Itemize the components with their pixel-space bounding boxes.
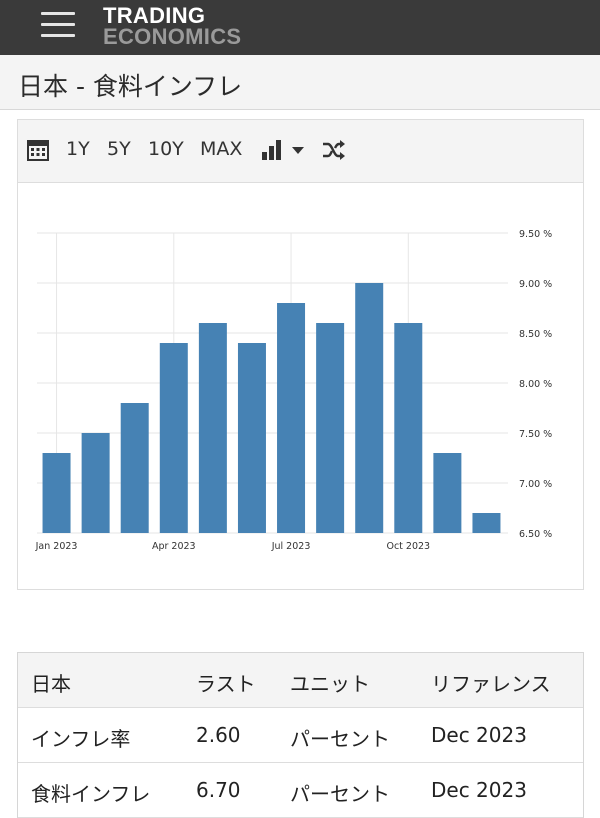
logo-line-1: TRADING bbox=[103, 3, 206, 28]
y-tick-label: 9.50 % bbox=[519, 229, 552, 240]
bar[interactable] bbox=[159, 343, 188, 533]
x-tick-label: Apr 2023 bbox=[152, 541, 196, 552]
row-last-value: 6.70 bbox=[196, 778, 241, 802]
bar[interactable] bbox=[277, 303, 306, 533]
x-tick-label: Oct 2023 bbox=[386, 541, 430, 552]
bar[interactable] bbox=[472, 513, 501, 533]
row-label-link[interactable]: 食料インフレ bbox=[31, 778, 150, 807]
page-title: 日本 - 食料インフレ bbox=[18, 72, 243, 101]
row-unit: パーセント bbox=[290, 782, 390, 806]
table-header-row: 日本 ラスト ユニット リファレンス bbox=[18, 653, 583, 708]
range-1y-button[interactable]: 1Y bbox=[66, 138, 90, 160]
bar-chart-icon[interactable] bbox=[262, 140, 282, 160]
row-reference: Dec 2023 bbox=[431, 778, 527, 802]
row-reference: Dec 2023 bbox=[431, 723, 527, 747]
header-country: 日本 bbox=[31, 672, 71, 696]
bar[interactable] bbox=[316, 323, 345, 533]
logo[interactable]: TRADING ECONOMICS bbox=[103, 3, 242, 49]
table-row[interactable]: 食料インフレ 6.70 パーセント Dec 2023 bbox=[18, 763, 583, 818]
x-tick-label: Jan 2023 bbox=[35, 541, 78, 552]
calendar-icon[interactable] bbox=[27, 139, 49, 161]
bar[interactable] bbox=[355, 283, 384, 533]
range-max-button[interactable]: MAX bbox=[200, 138, 242, 160]
bar[interactable] bbox=[42, 453, 71, 533]
header-reference: リファレンス bbox=[431, 672, 551, 696]
row-last-value: 2.60 bbox=[196, 723, 241, 747]
y-tick-label: 8.50 % bbox=[519, 329, 552, 340]
y-tick-label: 7.50 % bbox=[519, 429, 552, 440]
summary-table: 日本 ラスト ユニット リファレンス インフレ率 2.60 パーセント Dec … bbox=[17, 652, 584, 818]
row-unit: パーセント bbox=[290, 727, 390, 751]
x-tick-label: Jul 2023 bbox=[271, 541, 311, 552]
table-row[interactable]: インフレ率 2.60 パーセント Dec 2023 bbox=[18, 708, 583, 763]
shuffle-icon[interactable] bbox=[322, 139, 346, 161]
logo-line-2: ECONOMICS bbox=[103, 24, 242, 49]
bar[interactable] bbox=[81, 433, 110, 533]
y-tick-label: 6.50 % bbox=[519, 529, 552, 540]
range-5y-button[interactable]: 5Y bbox=[107, 138, 131, 160]
bar[interactable] bbox=[433, 453, 462, 533]
bar-chart: 9.50 % 9.00 % 8.50 % 8.00 % 7.50 % 7.00 % 6.50… bbox=[35, 229, 553, 552]
bar[interactable] bbox=[120, 403, 149, 533]
chart-toolbar: 1Y 5Y 10Y MAX bbox=[18, 120, 583, 183]
top-navigation-bar: TRADING ECONOMICS bbox=[0, 0, 600, 55]
header-unit: ユニット bbox=[290, 672, 370, 696]
title-bar: 日本 - 食料インフレ bbox=[0, 55, 600, 110]
y-tick-label: 8.00 % bbox=[519, 379, 552, 390]
row-label-link[interactable]: インフレ率 bbox=[31, 723, 130, 752]
y-tick-label: 7.00 % bbox=[519, 479, 552, 490]
chevron-down-icon[interactable] bbox=[292, 147, 304, 154]
chart-card: 1Y 5Y 10Y MAX 9.50 % 9.00 % 8.50 % 8.00 % 7.… bbox=[17, 119, 584, 590]
bar[interactable] bbox=[237, 343, 266, 533]
bar[interactable] bbox=[394, 323, 423, 533]
hamburger-icon[interactable] bbox=[41, 12, 75, 38]
header-last: ラスト bbox=[196, 672, 256, 696]
y-tick-label: 9.00 % bbox=[519, 279, 552, 290]
range-10y-button[interactable]: 10Y bbox=[148, 138, 184, 160]
chart-bars bbox=[42, 283, 501, 533]
bar[interactable] bbox=[198, 323, 227, 533]
